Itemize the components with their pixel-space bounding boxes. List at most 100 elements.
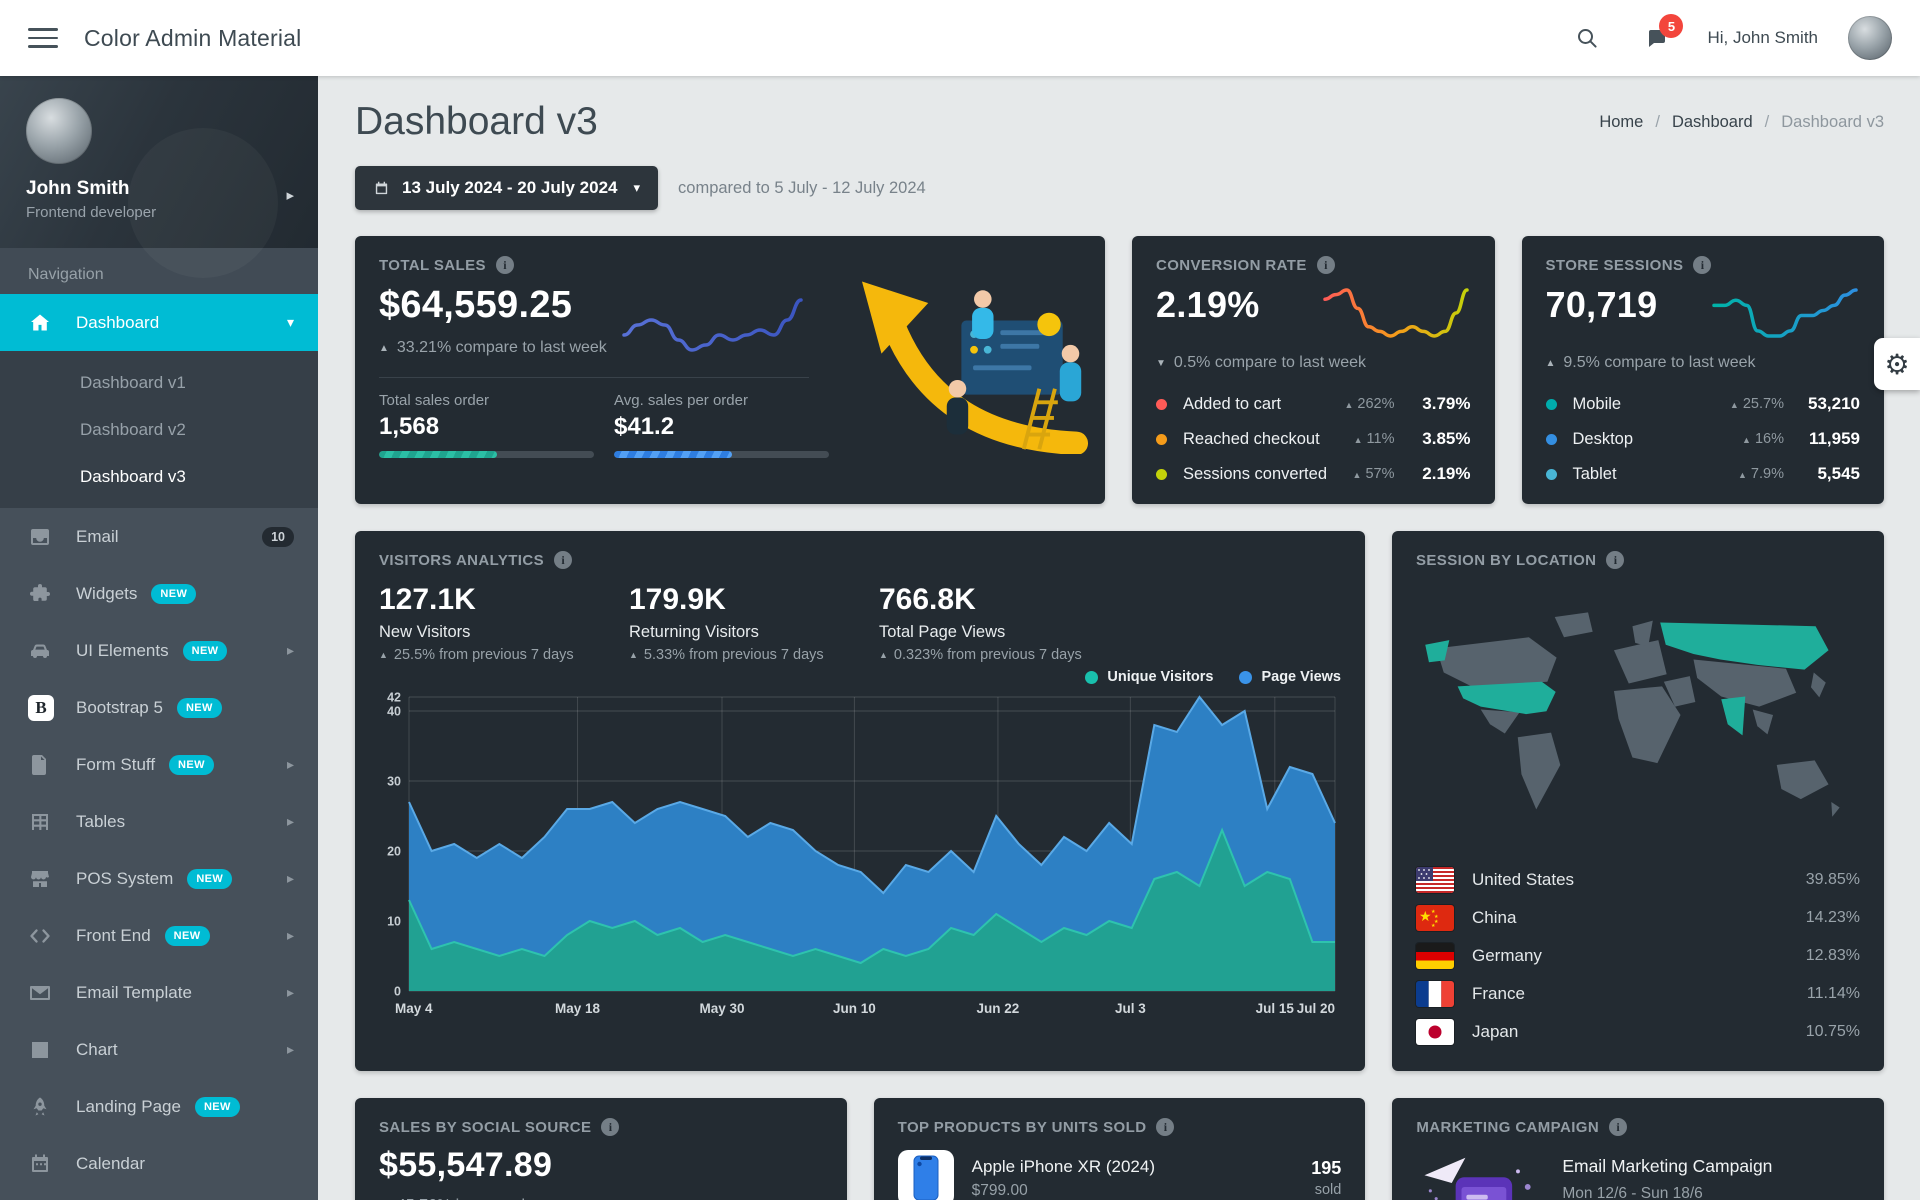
sidebar-item-chart[interactable]: Chart▸ [0,1021,318,1078]
sidebar-item-label: Email Template [76,983,192,1003]
card-head: TOP PRODUCTS BY UNITS SOLD i [898,1118,1342,1136]
svg-text:30: 30 [387,775,401,789]
sidebar-item-landing-page[interactable]: Landing PageNEW [0,1078,318,1135]
country-row-fr[interactable]: France11.14% [1416,975,1860,1013]
svg-text:May 18: May 18 [555,1001,601,1016]
date-range-button[interactable]: 13 July 2024 - 20 July 2024 ▾ [355,166,658,210]
metric-row-desktop: Desktop▲ 16%11,959 [1546,429,1861,449]
sidebar-item-map[interactable]: Map▸ [0,1192,318,1200]
chevron-right-icon: ▸ [287,927,294,944]
sidebar-subitem-dashboard-v3[interactable]: Dashboard v3 [0,453,318,500]
main-content: Dashboard v3 Home / Dashboard / Dashboar… [318,0,1920,1200]
sidebar-nav: Dashboard▾Dashboard v1Dashboard v2Dashbo… [0,294,318,1200]
visitors-area-chart[interactable]: 01020304042May 4May 18May 30Jun 10Jun 22… [379,689,1341,1021]
info-icon[interactable]: i [1317,256,1335,274]
info-icon[interactable]: i [1609,1118,1627,1136]
card-head: MARKETING CAMPAIGN i [1416,1118,1860,1136]
stat-label: Total Page Views [879,623,1129,642]
flag-de-icon [1416,943,1454,969]
country-name: China [1472,908,1806,928]
legend-unique-visitors[interactable]: Unique Visitors [1085,667,1213,687]
sessions-sparkline [1710,284,1860,342]
breadcrumb-home[interactable]: Home [1599,113,1643,132]
user-greeting[interactable]: Hi, John Smith [1707,28,1818,48]
card-head: SALES BY SOCIAL SOURCE i [379,1118,823,1136]
country-row-cn[interactable]: ★★★★★China14.23% [1416,899,1860,937]
chevron-right-icon: ▸ [287,870,294,887]
search-icon[interactable] [1567,18,1607,58]
stat-value: 179.9K [629,583,879,617]
stat-new-visitors: 127.1K New Visitors ▲25.5% from previous… [379,583,629,663]
sidebar-item-dashboard[interactable]: Dashboard▾ [0,294,318,351]
progress-bar [614,451,829,458]
sidebar-item-widgets[interactable]: WidgetsNEW [0,565,318,622]
info-icon[interactable]: i [601,1118,619,1136]
flag-jp-icon [1416,1019,1454,1045]
svg-text:Jun 22: Jun 22 [977,1001,1020,1016]
info-icon[interactable]: i [1156,1118,1174,1136]
submenu: Dashboard v1Dashboard v2Dashboard v3 [0,351,318,508]
metric-dot [1156,469,1167,480]
country-row-us[interactable]: United States39.85% [1416,861,1860,899]
product-row[interactable]: Apple iPhone XR (2024)$799.00195sold [898,1150,1342,1200]
world-map[interactable] [1416,579,1860,851]
product-list: Apple iPhone XR (2024)$799.00195sold [898,1150,1342,1200]
flag-us-icon [1416,867,1454,893]
legend-page-views[interactable]: Page Views [1239,667,1341,687]
sidebar-item-bootstrap-5[interactable]: BBootstrap 5NEW [0,679,318,736]
svg-text:Jul 15: Jul 15 [1256,1001,1295,1016]
new-badge: NEW [195,1097,240,1117]
metric-row-sessions-converted: Sessions converted▲ 57%2.19% [1156,464,1471,484]
stat-returning-visitors: 179.9K Returning Visitors ▲5.33% from pr… [629,583,879,663]
sidebar-item-form-stuff[interactable]: Form StuffNEW▸ [0,736,318,793]
bootstrap-icon: B [28,695,54,721]
country-value: 10.75% [1806,1023,1860,1041]
country-row-jp[interactable]: Japan10.75% [1416,1013,1860,1051]
sidebar-item-front-end[interactable]: Front EndNEW▸ [0,907,318,964]
sales-by-social-card: SALES BY SOCIAL SOURCE i $55,547.89 ▲ 45… [355,1098,847,1200]
sidebar-subitem-dashboard-v1[interactable]: Dashboard v1 [0,359,318,406]
new-badge: NEW [183,641,228,661]
sidebar-item-ui-elements[interactable]: UI ElementsNEW▸ [0,622,318,679]
info-icon[interactable]: i [1693,256,1711,274]
progress-bar [379,451,594,458]
card-title: STORE SESSIONS [1546,257,1684,274]
info-icon[interactable]: i [1606,551,1624,569]
sidebar-profile[interactable]: John Smith Frontend developer ▸ [0,76,318,248]
sidebar-item-email-template[interactable]: Email Template▸ [0,964,318,1021]
inbox-icon [28,525,52,549]
country-list: United States39.85%★★★★★China14.23%Germa… [1416,861,1860,1051]
settings-gear-button[interactable]: ⚙ [1874,338,1920,390]
country-row-de[interactable]: Germany12.83% [1416,937,1860,975]
breadcrumb-dashboard[interactable]: Dashboard [1672,113,1753,132]
sidebar-item-label: Tables [76,812,125,832]
breadcrumb: Home / Dashboard / Dashboard v3 [1599,113,1884,132]
user-avatar[interactable] [1848,16,1892,60]
metric-dot [1156,434,1167,445]
product-qty: 195sold [1311,1158,1341,1198]
substat-value: 1,568 [379,413,594,441]
metric-row-added-to-cart: Added to cart▲ 262%3.79% [1156,394,1471,414]
total-sales-illustration [814,264,1099,454]
info-icon[interactable]: i [496,256,514,274]
sidebar-item-label: Email [76,527,119,547]
sidebar-subitem-dashboard-v2[interactable]: Dashboard v2 [0,406,318,453]
sidebar-item-pos-system[interactable]: POS SystemNEW▸ [0,850,318,907]
sidebar-item-email[interactable]: Email10 [0,508,318,565]
notifications-icon[interactable]: 5 [1637,18,1677,58]
top-products-card: TOP PRODUCTS BY UNITS SOLD i Apple iPhon… [874,1098,1366,1200]
svg-text:May 30: May 30 [699,1001,744,1016]
substat-avg: Avg. sales per order $41.2 [614,392,829,458]
card-head: SESSION BY LOCATION i [1416,551,1860,569]
country-name: France [1472,984,1807,1004]
new-badge: NEW [169,755,214,775]
profile-expand-icon[interactable]: ▸ [286,186,294,204]
info-icon[interactable]: i [554,551,572,569]
controls-row: 13 July 2024 - 20 July 2024 ▾ compared t… [355,166,1884,210]
metric-label: Mobile [1573,395,1730,414]
sidebar-item-tables[interactable]: Tables▸ [0,793,318,850]
sidebar-item-calendar[interactable]: Calendar [0,1135,318,1192]
metric-value: 3.79% [1409,394,1471,414]
breadcrumb-separator: / [1655,113,1660,132]
menu-toggle-icon[interactable] [28,28,58,48]
